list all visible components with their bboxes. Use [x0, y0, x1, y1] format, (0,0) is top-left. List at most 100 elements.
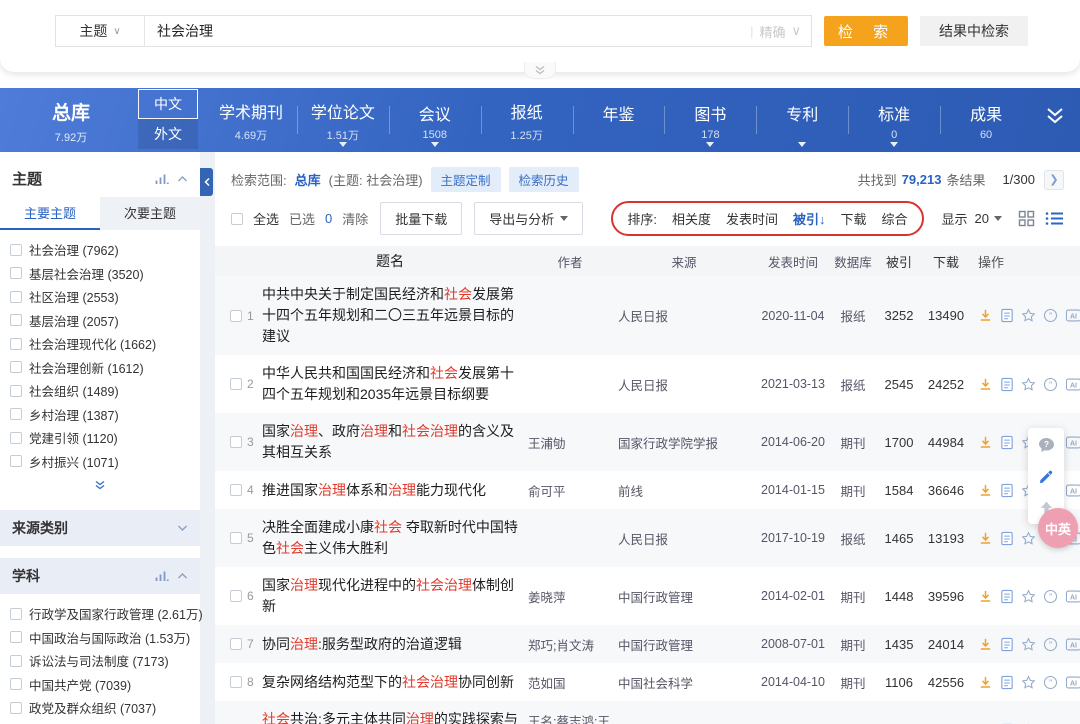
topic-filter-item-3[interactable]: 基层治理 (2057)	[10, 309, 190, 333]
ai-action-button[interactable]: AI	[1065, 675, 1080, 690]
nav-db-8[interactable]: 成果 60	[940, 88, 1032, 152]
source-link[interactable]: 人民日报	[618, 306, 756, 325]
quote-action-button[interactable]: ”	[1043, 637, 1058, 652]
html-action-button[interactable]	[1000, 308, 1014, 323]
cited-count[interactable]: 1106	[876, 675, 922, 690]
sort-option-0[interactable]: 相关度	[672, 209, 711, 228]
discipline-filter-item-5[interactable]: 公安 (7028)	[10, 720, 190, 724]
topic-filter-item-6[interactable]: 社会组织 (1489)	[10, 379, 190, 403]
nav-db-4[interactable]: 年鉴	[572, 88, 665, 152]
checkbox[interactable]	[10, 455, 22, 468]
checkbox[interactable]	[10, 607, 22, 620]
checkbox[interactable]	[10, 314, 22, 327]
cited-count[interactable]: 3252	[876, 308, 922, 323]
search-field-selector[interactable]: 主题 ∨	[56, 16, 145, 46]
download-action-button[interactable]	[978, 675, 993, 690]
checkbox[interactable]	[230, 484, 242, 496]
html-action-button[interactable]	[1000, 589, 1014, 604]
source-link[interactable]: 国家行政学院学报	[618, 433, 756, 452]
download-action-button[interactable]	[978, 483, 993, 498]
sort-option-1[interactable]: 发表时间	[726, 209, 778, 228]
download-count[interactable]: 39596	[922, 589, 970, 604]
feedback-button[interactable]: ?	[1037, 436, 1056, 454]
star-action-button[interactable]	[1021, 308, 1036, 323]
topic-filter-item-1[interactable]: 基层社会治理 (3520)	[10, 262, 190, 286]
select-all-checkbox[interactable]	[231, 212, 243, 225]
checkbox[interactable]	[230, 590, 242, 602]
cn-en-translate-badge[interactable]: 中英	[1038, 508, 1078, 548]
star-action-button[interactable]	[1021, 675, 1036, 690]
cited-count[interactable]: 1448	[876, 589, 922, 604]
author-link[interactable]: 姜晓萍	[528, 587, 618, 606]
list-view-button[interactable]	[1045, 211, 1064, 226]
star-action-button[interactable]	[1021, 637, 1036, 652]
clear-selection-button[interactable]: 清除	[342, 209, 368, 228]
chevron-up-icon[interactable]	[177, 175, 188, 183]
topic-filter-item-5[interactable]: 社会治理创新 (1612)	[10, 356, 190, 380]
paper-title-link[interactable]: 复杂网络结构范型下的社会治理协同创新	[262, 672, 528, 693]
search-input[interactable]	[145, 23, 751, 39]
topic-filter-item-9[interactable]: 乡村振兴 (1071)	[10, 450, 190, 474]
html-action-button[interactable]	[1000, 435, 1014, 450]
quote-action-button[interactable]: ”	[1043, 308, 1058, 323]
sort-option-2[interactable]: 被引↓	[793, 209, 826, 228]
cited-count[interactable]: 1465	[876, 531, 922, 546]
download-count[interactable]: 44984	[922, 435, 970, 450]
paper-title-link[interactable]: 社会共治:多元主体共同治理的实践探索与制度创新	[262, 709, 528, 724]
download-count[interactable]: 13490	[922, 308, 970, 323]
grid-view-button[interactable]	[1018, 210, 1035, 227]
ai-action-button[interactable]: AI	[1065, 308, 1080, 323]
lang-tab-chinese[interactable]: 中文	[138, 89, 198, 119]
cited-count[interactable]: 1584	[876, 483, 922, 498]
page-size-select[interactable]: 20	[975, 211, 1002, 226]
sidebar-collapse-tab[interactable]	[200, 168, 213, 196]
download-count[interactable]: 24014	[922, 637, 970, 652]
source-link[interactable]: 中国行政管理	[618, 635, 756, 654]
download-count[interactable]: 36646	[922, 483, 970, 498]
nav-db-7[interactable]: 标准 0	[848, 88, 940, 152]
download-action-button[interactable]	[978, 308, 993, 323]
batch-download-button[interactable]: 批量下载	[380, 202, 463, 235]
tab-secondary-topic[interactable]: 次要主题	[100, 197, 200, 230]
search-history-button[interactable]: 检索历史	[508, 167, 579, 192]
download-count[interactable]: 13193	[922, 531, 970, 546]
checkbox[interactable]	[230, 378, 242, 390]
discipline-group-header[interactable]: 学科	[0, 558, 200, 594]
quote-action-button[interactable]: ”	[1043, 675, 1058, 690]
cited-count[interactable]: 1435	[876, 637, 922, 652]
topic-filter-item-4[interactable]: 社会治理现代化 (1662)	[10, 332, 190, 356]
nav-db-6[interactable]: 专利	[756, 88, 848, 152]
checkbox[interactable]	[10, 267, 22, 280]
topic-list-expand-button[interactable]	[0, 475, 200, 498]
star-action-button[interactable]	[1021, 531, 1036, 546]
html-action-button[interactable]	[1000, 675, 1014, 690]
source-category-group-header[interactable]: 来源类别	[0, 510, 200, 546]
discipline-filter-item-4[interactable]: 政党及群众组织 (7037)	[10, 696, 190, 720]
author-link[interactable]: 范如国	[528, 673, 618, 692]
checkbox[interactable]	[10, 654, 22, 667]
checkbox[interactable]	[10, 431, 22, 444]
paper-title-link[interactable]: 中共中央关于制定国民经济和社会发展第十四个五年规划和二〇三五年远景目标的建议	[262, 284, 528, 347]
ai-action-button[interactable]: AI	[1065, 377, 1080, 392]
paper-title-link[interactable]: 决胜全面建成小康社会 夺取新时代中国特色社会主义伟大胜利	[262, 517, 528, 559]
author-link[interactable]: 郑巧;肖文涛	[528, 635, 618, 654]
checkbox[interactable]	[10, 337, 22, 350]
star-action-button[interactable]	[1021, 589, 1036, 604]
paper-title-link[interactable]: 国家治理、政府治理和社会治理的含义及其相互关系	[262, 421, 528, 463]
source-link[interactable]: 前线	[618, 481, 756, 500]
author-link[interactable]: 俞可平	[528, 481, 618, 500]
note-pen-button[interactable]	[1037, 468, 1055, 486]
checkbox[interactable]	[230, 309, 242, 322]
checkbox[interactable]	[10, 384, 22, 397]
ai-action-button[interactable]: AI	[1065, 435, 1080, 450]
next-page-button[interactable]: ❯	[1044, 169, 1064, 190]
html-action-button[interactable]	[1000, 531, 1014, 546]
download-action-button[interactable]	[978, 377, 993, 392]
select-all-label[interactable]: 全选	[253, 209, 279, 228]
discipline-filter-item-3[interactable]: 中国共产党 (7039)	[10, 673, 190, 697]
checkbox[interactable]	[10, 290, 22, 303]
checkbox[interactable]	[10, 701, 22, 714]
author-link[interactable]: 王名;蔡志鸿;王春婷	[528, 711, 618, 724]
star-action-button[interactable]	[1021, 377, 1036, 392]
discipline-filter-item-1[interactable]: 中国政治与国际政治 (1.53万)	[10, 626, 190, 650]
